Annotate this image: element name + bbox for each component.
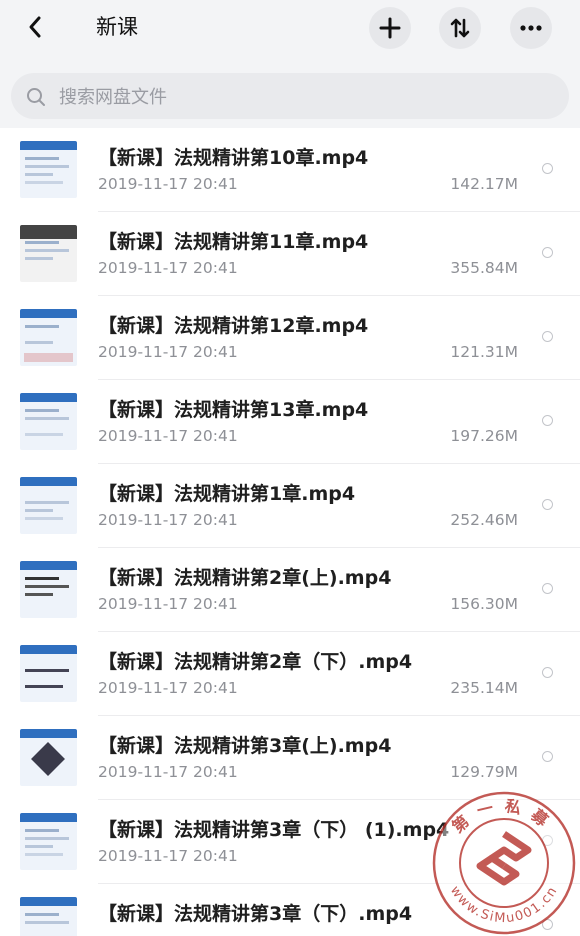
select-radio[interactable] xyxy=(542,499,553,510)
file-date: 2019-11-17 20:41 xyxy=(98,595,238,613)
search-bar[interactable] xyxy=(11,73,569,121)
file-date: 2019-11-17 20:41 xyxy=(98,259,238,277)
select-radio[interactable] xyxy=(542,331,553,342)
file-row[interactable]: 【新课】法规精讲第10章.mp4 2019-11-17 20:41 142.17… xyxy=(0,128,580,212)
file-row[interactable]: 【新课】法规精讲第11章.mp4 2019-11-17 20:41 355.84… xyxy=(0,212,580,296)
video-thumbnail xyxy=(20,729,77,786)
file-name: 【新课】法规精讲第13章.mp4 xyxy=(98,399,369,421)
select-radio[interactable] xyxy=(542,247,553,258)
video-thumbnail xyxy=(20,645,77,702)
file-row[interactable]: 【新课】法规精讲第2章（下）.mp4 2019-11-17 20:41 235.… xyxy=(0,632,580,716)
file-date: 2019-11-17 20:41 xyxy=(98,679,238,697)
chevron-left-icon xyxy=(29,16,41,38)
file-name: 【新课】法规精讲第2章(上).mp4 xyxy=(98,567,392,589)
file-name: 【新课】法规精讲第10章.mp4 xyxy=(98,147,369,169)
file-size: 129.79M xyxy=(450,763,518,781)
search-icon xyxy=(25,86,47,112)
page-title: 新课 xyxy=(96,15,138,39)
more-button[interactable] xyxy=(510,7,552,49)
file-date: 2019-11-17 20:41 xyxy=(98,847,238,865)
file-row[interactable]: 【新课】法规精讲第3章(上).mp4 2019-11-17 20:41 129.… xyxy=(0,716,580,800)
select-radio[interactable] xyxy=(542,163,553,174)
search-input[interactable] xyxy=(57,73,551,121)
watermark-stamp: 第一私募 www.SiMu001.cn xyxy=(432,791,576,935)
video-thumbnail xyxy=(20,393,77,450)
back-button[interactable] xyxy=(20,12,50,42)
video-thumbnail xyxy=(20,309,77,366)
sort-arrows-icon xyxy=(450,18,470,38)
file-date: 2019-11-17 20:41 xyxy=(98,763,238,781)
video-thumbnail xyxy=(20,477,77,534)
file-size: 355.84M xyxy=(450,259,518,277)
select-radio[interactable] xyxy=(542,415,553,426)
file-name: 【新课】法规精讲第3章（下）.mp4 xyxy=(98,903,413,925)
file-name: 【新课】法规精讲第12章.mp4 xyxy=(98,315,369,337)
file-row[interactable]: 【新课】法规精讲第2章(上).mp4 2019-11-17 20:41 156.… xyxy=(0,548,580,632)
file-name: 【新课】法规精讲第2章（下）.mp4 xyxy=(98,651,413,673)
file-name: 【新课】法规精讲第11章.mp4 xyxy=(98,231,369,253)
video-thumbnail xyxy=(20,225,77,282)
video-thumbnail xyxy=(20,141,77,198)
more-dots-icon xyxy=(520,25,542,31)
file-date: 2019-11-17 20:41 xyxy=(98,511,238,529)
file-date: 2019-11-17 20:41 xyxy=(98,343,238,361)
select-radio[interactable] xyxy=(542,583,553,594)
file-name: 【新课】法规精讲第3章（下） (1).mp4 xyxy=(98,819,450,841)
top-bar: 新课 xyxy=(0,0,580,56)
file-name: 【新课】法规精讲第1章.mp4 xyxy=(98,483,356,505)
file-date: 2019-11-17 20:41 xyxy=(98,175,238,193)
video-thumbnail xyxy=(20,897,77,936)
video-thumbnail xyxy=(20,561,77,618)
file-name: 【新课】法规精讲第3章(上).mp4 xyxy=(98,735,392,757)
file-row[interactable]: 【新课】法规精讲第13章.mp4 2019-11-17 20:41 197.26… xyxy=(0,380,580,464)
file-date: 2019-11-17 20:41 xyxy=(98,427,238,445)
file-size: 235.14M xyxy=(450,679,518,697)
add-button[interactable] xyxy=(369,7,411,49)
file-size: 252.46M xyxy=(450,511,518,529)
file-size: 142.17M xyxy=(450,175,518,193)
file-size: 156.30M xyxy=(450,595,518,613)
select-radio[interactable] xyxy=(542,667,553,678)
file-row[interactable]: 【新课】法规精讲第1章.mp4 2019-11-17 20:41 252.46M xyxy=(0,464,580,548)
video-thumbnail xyxy=(20,813,77,870)
select-radio[interactable] xyxy=(542,751,553,762)
file-row[interactable]: 【新课】法规精讲第12章.mp4 2019-11-17 20:41 121.31… xyxy=(0,296,580,380)
file-size: 197.26M xyxy=(450,427,518,445)
sort-button[interactable] xyxy=(439,7,481,49)
file-size: 121.31M xyxy=(450,343,518,361)
plus-icon xyxy=(379,17,401,39)
